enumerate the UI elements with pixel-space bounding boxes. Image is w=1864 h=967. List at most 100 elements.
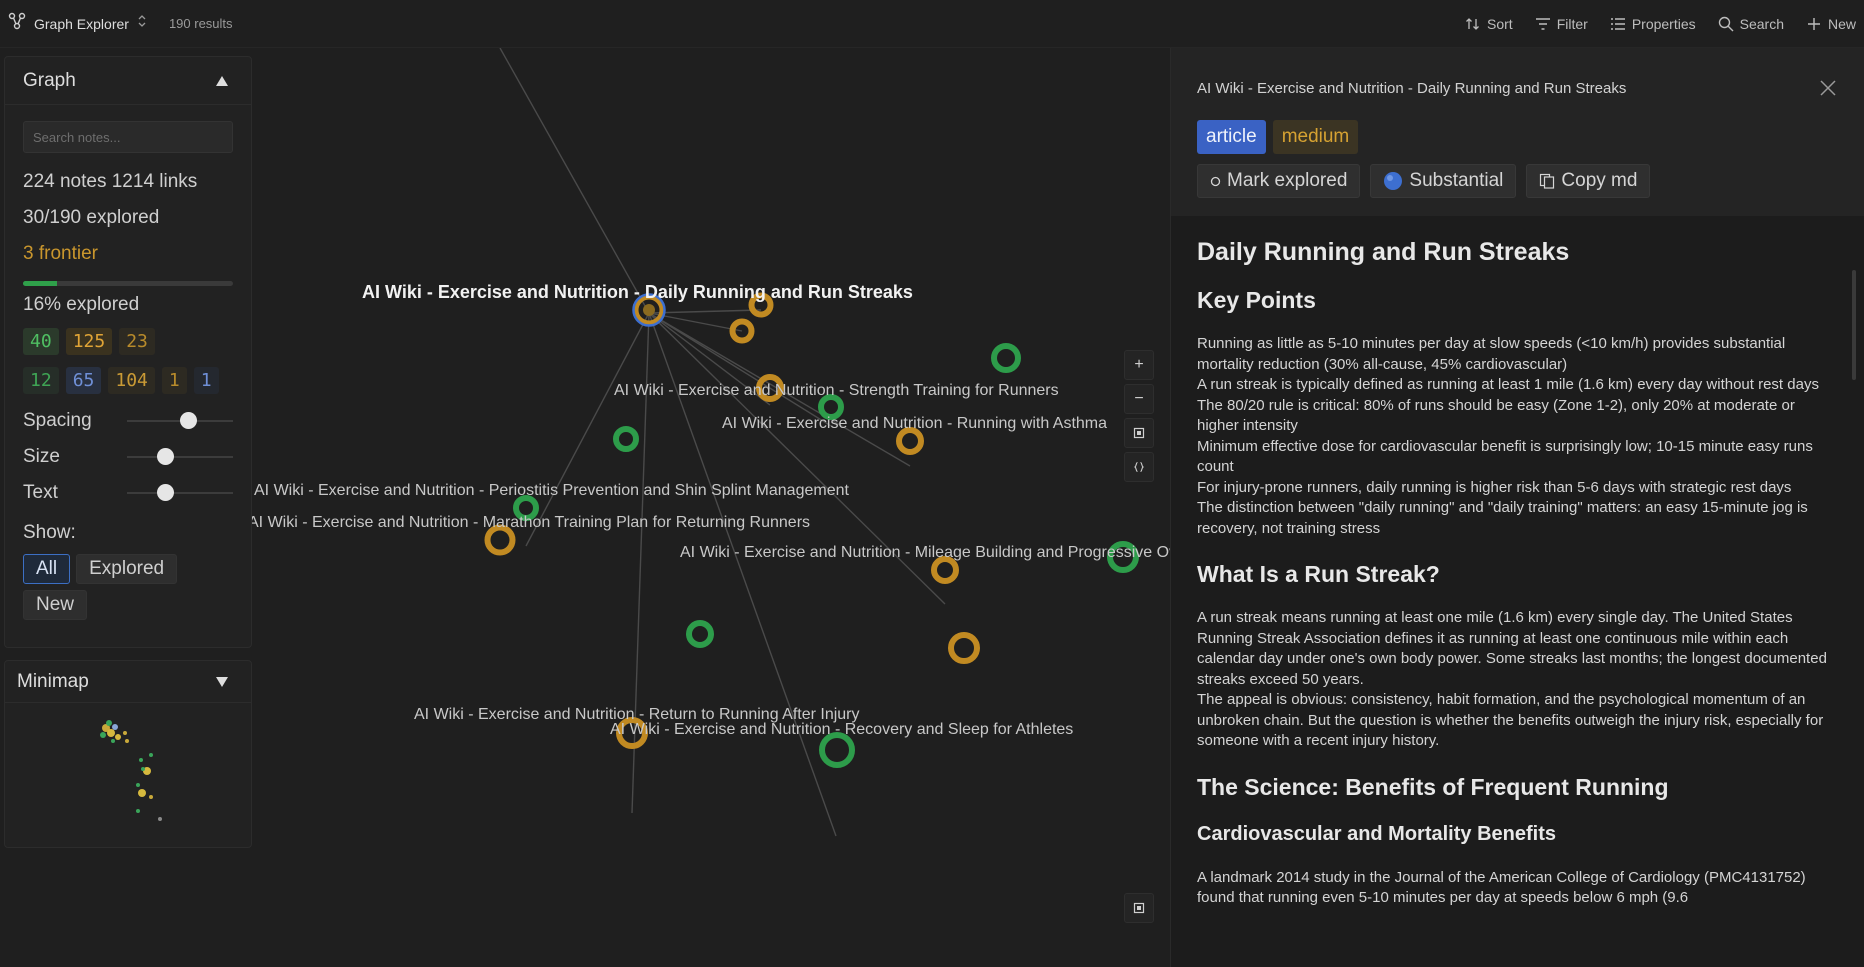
paragraph: The appeal is obvious: consistency, habi… xyxy=(1197,691,1824,749)
collapse-up-icon[interactable] xyxy=(215,75,229,87)
copy-md-label: Copy md xyxy=(1561,170,1638,191)
node-label-recovery[interactable]: AI Wiki - Exercise and Nutrition - Recov… xyxy=(610,721,1073,738)
node-label-asthma[interactable]: AI Wiki - Exercise and Nutrition - Runni… xyxy=(722,415,1107,432)
substantial-button[interactable]: Substantial xyxy=(1370,164,1517,198)
badge-frontier[interactable]: 125 xyxy=(65,328,113,355)
copy-md-button[interactable]: Copy md xyxy=(1526,164,1651,198)
circle-outline-icon xyxy=(1210,176,1221,186)
fit-view-button[interactable] xyxy=(1124,418,1154,448)
node-label-mileage[interactable]: AI Wiki - Exercise and Nutrition - Milea… xyxy=(680,544,1170,561)
blue-circle-icon xyxy=(1384,172,1403,190)
text-label: Text xyxy=(23,482,58,503)
frame-icon xyxy=(1133,902,1145,914)
science-heading: The Science: Benefits of Frequent Runnin… xyxy=(1197,773,1669,800)
filter-icon xyxy=(1535,18,1550,30)
minimap-panel: Minimap xyxy=(4,660,252,848)
text-slider[interactable] xyxy=(127,484,233,501)
key-point: Minimum effective dose for cardiovascula… xyxy=(1197,437,1813,476)
close-icon[interactable] xyxy=(1816,76,1840,100)
run-streak-section: A run streak means running at least one … xyxy=(1197,608,1829,752)
graph-node[interactable] xyxy=(686,620,714,648)
graph-panel-header[interactable]: Graph xyxy=(5,57,251,105)
list-icon xyxy=(1610,18,1625,30)
zoom-in-icon: + xyxy=(1134,356,1144,373)
show-new-button[interactable]: New xyxy=(23,590,88,620)
fit-icon xyxy=(1133,427,1145,439)
braces-icon xyxy=(1134,461,1144,473)
tag-medium[interactable]: medium xyxy=(1272,120,1359,154)
search-notes-input[interactable] xyxy=(23,121,233,153)
graph-node[interactable] xyxy=(931,556,959,584)
search-label: Search xyxy=(1739,16,1784,32)
zoom-out-icon: − xyxy=(1134,390,1144,407)
properties-button[interactable]: Properties xyxy=(1610,16,1696,32)
detail-header: AI Wiki - Exercise and Nutrition - Daily… xyxy=(1171,48,1864,216)
mark-explored-button[interactable]: Mark explored xyxy=(1197,164,1361,198)
badge-unexplored[interactable]: 23 xyxy=(119,328,155,355)
badge-type-1[interactable]: 12 xyxy=(23,367,59,394)
top-bar: Graph Explorer 190 results Sort Filter P… xyxy=(0,0,1864,48)
graph-node[interactable] xyxy=(818,394,844,420)
collapse-down-icon[interactable] xyxy=(215,676,229,688)
badge-type-3[interactable]: 104 xyxy=(108,367,155,394)
size-slider-thumb[interactable] xyxy=(157,448,175,465)
spacing-slider-thumb[interactable] xyxy=(180,412,198,429)
spacing-slider[interactable] xyxy=(127,412,233,429)
key-points-heading: Key Points xyxy=(1197,287,1316,313)
graph-node[interactable] xyxy=(613,426,639,452)
paragraph: A run streak means running at least one … xyxy=(1197,609,1827,688)
reset-view-button[interactable] xyxy=(1124,452,1154,482)
spacing-label: Spacing xyxy=(23,410,92,431)
filter-button[interactable]: Filter xyxy=(1535,16,1588,32)
text-slider-row: Text xyxy=(23,482,233,504)
node-label-center[interactable]: AI Wiki - Exercise and Nutrition - Daily… xyxy=(362,282,913,302)
badge-type-2[interactable]: 65 xyxy=(65,367,102,394)
badge-type-4[interactable]: 1 xyxy=(161,367,187,394)
filter-label: Filter xyxy=(1556,16,1588,32)
show-all-button[interactable]: All xyxy=(23,554,71,584)
properties-label: Properties xyxy=(1631,16,1696,32)
tag-article[interactable]: article xyxy=(1197,120,1266,154)
node-label-strength[interactable]: AI Wiki - Exercise and Nutrition - Stren… xyxy=(614,382,1059,399)
node-label-periostitis[interactable]: AI Wiki - Exercise and Nutrition - Perio… xyxy=(254,482,849,499)
screenshot-button[interactable] xyxy=(1124,893,1154,923)
search-icon xyxy=(1718,16,1734,32)
graph-node[interactable] xyxy=(484,524,516,556)
key-point: For injury-prone runners, daily running … xyxy=(1197,478,1792,496)
badge-type-5[interactable]: 1 xyxy=(193,367,219,394)
zoom-out-button[interactable]: − xyxy=(1124,384,1154,414)
explored-progress-fill xyxy=(23,281,57,286)
detail-header-title: AI Wiki - Exercise and Nutrition - Daily… xyxy=(1197,80,1627,97)
substantial-label: Substantial xyxy=(1409,170,1504,191)
sort-button[interactable]: Sort xyxy=(1465,16,1513,32)
show-explored-button[interactable]: Explored xyxy=(76,554,178,584)
node-label-marathon[interactable]: AI Wiki - Exercise and Nutrition - Marat… xyxy=(248,514,810,531)
sort-label: Sort xyxy=(1487,16,1513,32)
search-button[interactable]: Search xyxy=(1718,16,1784,32)
view-switcher-icon[interactable] xyxy=(137,14,147,33)
badge-explored[interactable]: 40 xyxy=(23,328,59,355)
tag-list: article medium xyxy=(1197,120,1359,154)
key-point: The distinction between "daily running" … xyxy=(1197,499,1808,537)
new-button[interactable]: New xyxy=(1806,16,1856,32)
text-slider-thumb[interactable] xyxy=(157,484,175,501)
status-badges-row-1: 40 125 23 xyxy=(23,328,233,355)
graph-node[interactable] xyxy=(896,427,924,455)
size-slider[interactable] xyxy=(127,448,233,465)
graph-node[interactable] xyxy=(819,732,855,768)
spacing-slider-row: Spacing xyxy=(23,410,233,432)
frontier-count: 3 frontier xyxy=(23,243,98,264)
key-point: The 80/20 rule is critical: 80% of runs … xyxy=(1197,396,1795,435)
status-badges-row-2: 12 65 104 1 1 xyxy=(23,367,233,394)
zoom-in-button[interactable]: + xyxy=(1124,350,1154,380)
minimap-canvas[interactable] xyxy=(5,703,251,843)
explored-percent: 16% explored xyxy=(23,294,140,315)
note-title: Daily Running and Run Streaks xyxy=(1197,238,1570,266)
minimap-header[interactable]: Minimap xyxy=(5,661,251,703)
show-filter-buttons: All Explored New xyxy=(23,554,243,620)
graph-node[interactable] xyxy=(991,343,1021,373)
detail-scrollbar[interactable] xyxy=(1852,270,1856,380)
note-content: Daily Running and Run Streaks Key Points… xyxy=(1197,222,1829,942)
app-title[interactable]: Graph Explorer xyxy=(34,16,129,32)
graph-node[interactable] xyxy=(948,632,980,664)
